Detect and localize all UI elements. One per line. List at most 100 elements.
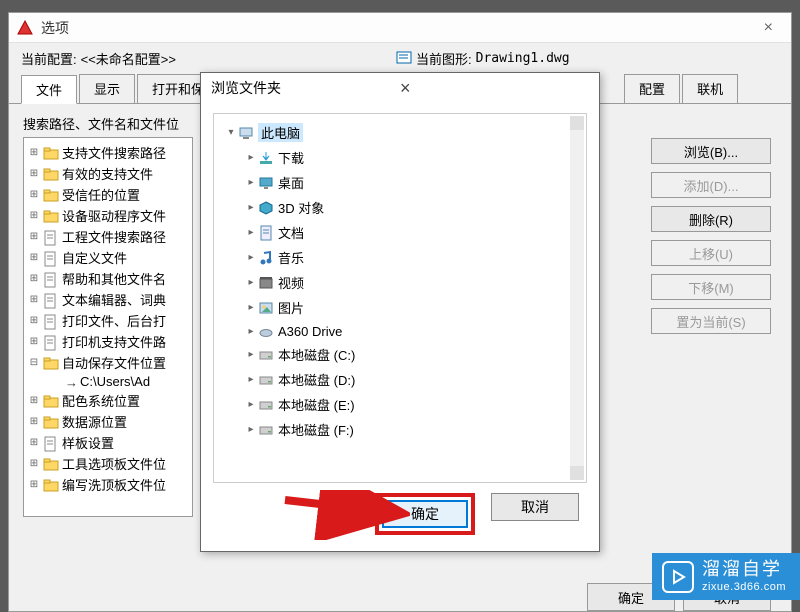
folder-icon: [43, 478, 59, 492]
disk-icon: [258, 372, 274, 388]
browse-item-label: 3D 对象: [278, 198, 324, 217]
browse-item[interactable]: ▸视频: [220, 270, 580, 295]
side-button: 下移(M): [651, 274, 771, 300]
tab-online[interactable]: 联机: [682, 74, 738, 103]
scrollbar[interactable]: [570, 116, 584, 480]
tree-item[interactable]: ⊞文本编辑器、词典: [24, 289, 192, 310]
tree-item-label: 工程文件搜索路径: [62, 227, 166, 246]
side-button: 添加(D)...: [651, 172, 771, 198]
modal-titlebar: 浏览文件夹 ×: [201, 73, 599, 103]
arrow-icon: →: [61, 375, 77, 389]
browse-item-label: 本地磁盘 (F:): [278, 420, 354, 439]
config-row: 当前配置: <<未命名配置>> 当前图形: Drawing1.dwg: [9, 43, 791, 74]
app-icon: [17, 20, 33, 36]
close-icon[interactable]: ×: [754, 17, 783, 39]
current-config-value: <<未命名配置>>: [81, 49, 176, 68]
browse-item-label: 文档: [278, 223, 304, 242]
side-buttons: 浏览(B)...添加(D)...删除(R)上移(U)下移(M)置为当前(S): [651, 138, 771, 334]
modal-cancel-button[interactable]: 取消: [491, 493, 579, 521]
current-drawing-value: Drawing1.dwg: [476, 51, 570, 66]
window-title: 选项: [41, 18, 754, 38]
disk-icon: [258, 397, 274, 413]
watermark-sub: zixue.3d66.com: [702, 581, 786, 594]
browse-item[interactable]: ▸本地磁盘 (F:): [220, 417, 580, 442]
side-button[interactable]: 删除(R): [651, 206, 771, 232]
browse-item-label: 下载: [278, 148, 304, 167]
folder-icon: [43, 457, 59, 471]
tree-item[interactable]: ⊞设备驱动程序文件: [24, 205, 192, 226]
tree-item-label: 打印文件、后台打: [62, 311, 166, 330]
browse-root-label: 此电脑: [258, 123, 303, 142]
browse-item-label: 本地磁盘 (E:): [278, 395, 355, 414]
browse-item-label: 图片: [278, 298, 304, 317]
tree-item[interactable]: ⊞打印文件、后台打: [24, 310, 192, 331]
browse-item[interactable]: ▸3D 对象: [220, 195, 580, 220]
browse-item[interactable]: ▸文档: [220, 220, 580, 245]
tree-item-label: 有效的支持文件: [62, 164, 153, 183]
3d-icon: [258, 200, 274, 216]
tree-item-label: 自动保存文件位置: [62, 353, 166, 372]
music-icon: [258, 250, 274, 266]
tree-item[interactable]: ⊞配色系统位置: [24, 390, 192, 411]
tree-item[interactable]: ⊞样板设置: [24, 432, 192, 453]
tab-file[interactable]: 文件: [21, 75, 77, 104]
watermark-title: 溜溜自学: [702, 559, 786, 581]
tree-item[interactable]: ⊞支持文件搜索路径: [24, 142, 192, 163]
a360-icon: [258, 323, 274, 339]
file-icon: [43, 314, 59, 328]
folder-icon: [43, 356, 59, 370]
download-icon: [258, 150, 274, 166]
titlebar: 选项 ×: [9, 13, 791, 43]
browse-item-label: 本地磁盘 (C:): [278, 345, 355, 364]
tree-item-label: 工具选项板文件位: [62, 454, 166, 473]
browse-item[interactable]: ▸本地磁盘 (E:): [220, 392, 580, 417]
browse-item[interactable]: ▸A360 Drive: [220, 320, 580, 342]
disk-icon: [258, 422, 274, 438]
browse-item[interactable]: ▸本地磁盘 (D:): [220, 367, 580, 392]
browse-item[interactable]: ▸本地磁盘 (C:): [220, 342, 580, 367]
tree-item[interactable]: ⊞受信任的位置: [24, 184, 192, 205]
watermark: 溜溜自学 zixue.3d66.com: [652, 553, 800, 600]
browse-item[interactable]: ▸音乐: [220, 245, 580, 270]
tab-display[interactable]: 显示: [79, 74, 135, 103]
folder-icon: [43, 209, 59, 223]
browse-item-label: 本地磁盘 (D:): [278, 370, 355, 389]
side-button: 上移(U): [651, 240, 771, 266]
browse-item-label: A360 Drive: [278, 324, 342, 339]
tree-item[interactable]: ⊞自定义文件: [24, 247, 192, 268]
tree-item[interactable]: →C:\Users\Ad: [24, 373, 192, 390]
tree-item[interactable]: ⊞有效的支持文件: [24, 163, 192, 184]
modal-ok-button[interactable]: 确定: [382, 500, 468, 528]
ok-highlight: 确定: [375, 493, 475, 535]
watermark-icon: [662, 561, 694, 593]
folder-icon: [43, 415, 59, 429]
browse-item-label: 桌面: [278, 173, 304, 192]
modal-close-icon[interactable]: ×: [394, 78, 589, 99]
browse-item[interactable]: ▸图片: [220, 295, 580, 320]
tree-item[interactable]: ⊞工具选项板文件位: [24, 453, 192, 474]
tree-item[interactable]: ⊞打印机支持文件路: [24, 331, 192, 352]
tree-item[interactable]: ⊞帮助和其他文件名: [24, 268, 192, 289]
drawing-icon: [396, 50, 412, 67]
browse-item[interactable]: ▸桌面: [220, 170, 580, 195]
tree-item-label: 配色系统位置: [62, 391, 140, 410]
tree-item-label: 自定义文件: [62, 248, 127, 267]
disk-icon: [258, 347, 274, 363]
tree-item-label: 支持文件搜索路径: [62, 143, 166, 162]
tree-item-label: 编写洗顶板文件位: [62, 475, 166, 494]
modal-title: 浏览文件夹: [211, 78, 394, 98]
tree-item[interactable]: ⊞工程文件搜索路径: [24, 226, 192, 247]
folder-tree-panel[interactable]: ▾此电脑▸下载▸桌面▸3D 对象▸文档▸音乐▸视频▸图片▸A360 Drive▸…: [213, 113, 587, 483]
tree-item[interactable]: ⊞数据源位置: [24, 411, 192, 432]
browse-root[interactable]: ▾此电脑: [220, 120, 580, 145]
side-button[interactable]: 浏览(B)...: [651, 138, 771, 164]
current-drawing-label: 当前图形:: [416, 49, 472, 68]
browse-folder-dialog: 浏览文件夹 × ▾此电脑▸下载▸桌面▸3D 对象▸文档▸音乐▸视频▸图片▸A36…: [200, 72, 600, 552]
paths-tree[interactable]: ⊞支持文件搜索路径⊞有效的支持文件⊞受信任的位置⊞设备驱动程序文件⊞工程文件搜索…: [23, 137, 193, 517]
tree-item[interactable]: ⊟自动保存文件位置: [24, 352, 192, 373]
tree-item[interactable]: ⊞编写洗顶板文件位: [24, 474, 192, 495]
browse-item[interactable]: ▸下载: [220, 145, 580, 170]
pic-icon: [258, 300, 274, 316]
file-icon: [43, 251, 59, 265]
tab-config[interactable]: 配置: [624, 74, 680, 103]
